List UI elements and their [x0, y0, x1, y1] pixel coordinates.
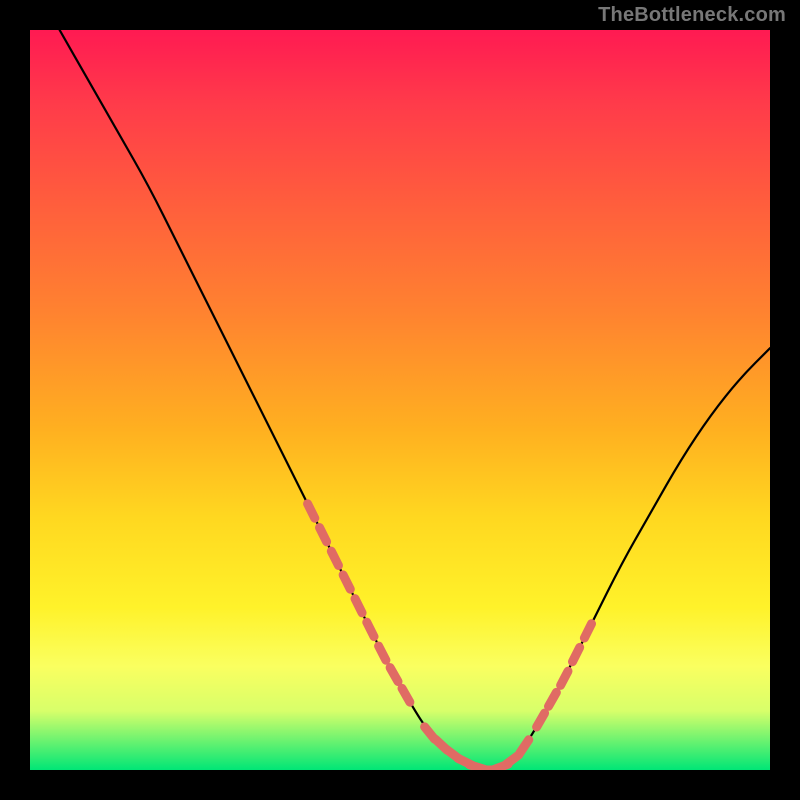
- watermark-text: TheBottleneck.com: [598, 4, 786, 27]
- plot-area: [30, 30, 770, 770]
- highlight-dash: [520, 740, 529, 753]
- highlight-markers-group: [308, 504, 592, 770]
- highlight-dash: [367, 622, 374, 636]
- chart-frame: TheBottleneck.com: [0, 0, 800, 800]
- highlight-dash: [390, 668, 398, 682]
- bottleneck-curve-line: [60, 30, 770, 769]
- highlight-dash: [379, 646, 386, 660]
- highlight-dash: [320, 528, 327, 542]
- highlight-dash: [573, 647, 580, 661]
- highlight-dash: [308, 504, 315, 518]
- highlight-dash: [331, 551, 338, 565]
- highlight-dash: [402, 688, 410, 702]
- bottleneck-curve-svg: [30, 30, 770, 770]
- highlight-dash: [343, 575, 350, 589]
- highlight-dash: [537, 713, 545, 727]
- highlight-dash: [584, 624, 591, 638]
- highlight-dash: [549, 692, 557, 706]
- highlight-dash: [561, 671, 568, 685]
- highlight-dash: [355, 599, 362, 613]
